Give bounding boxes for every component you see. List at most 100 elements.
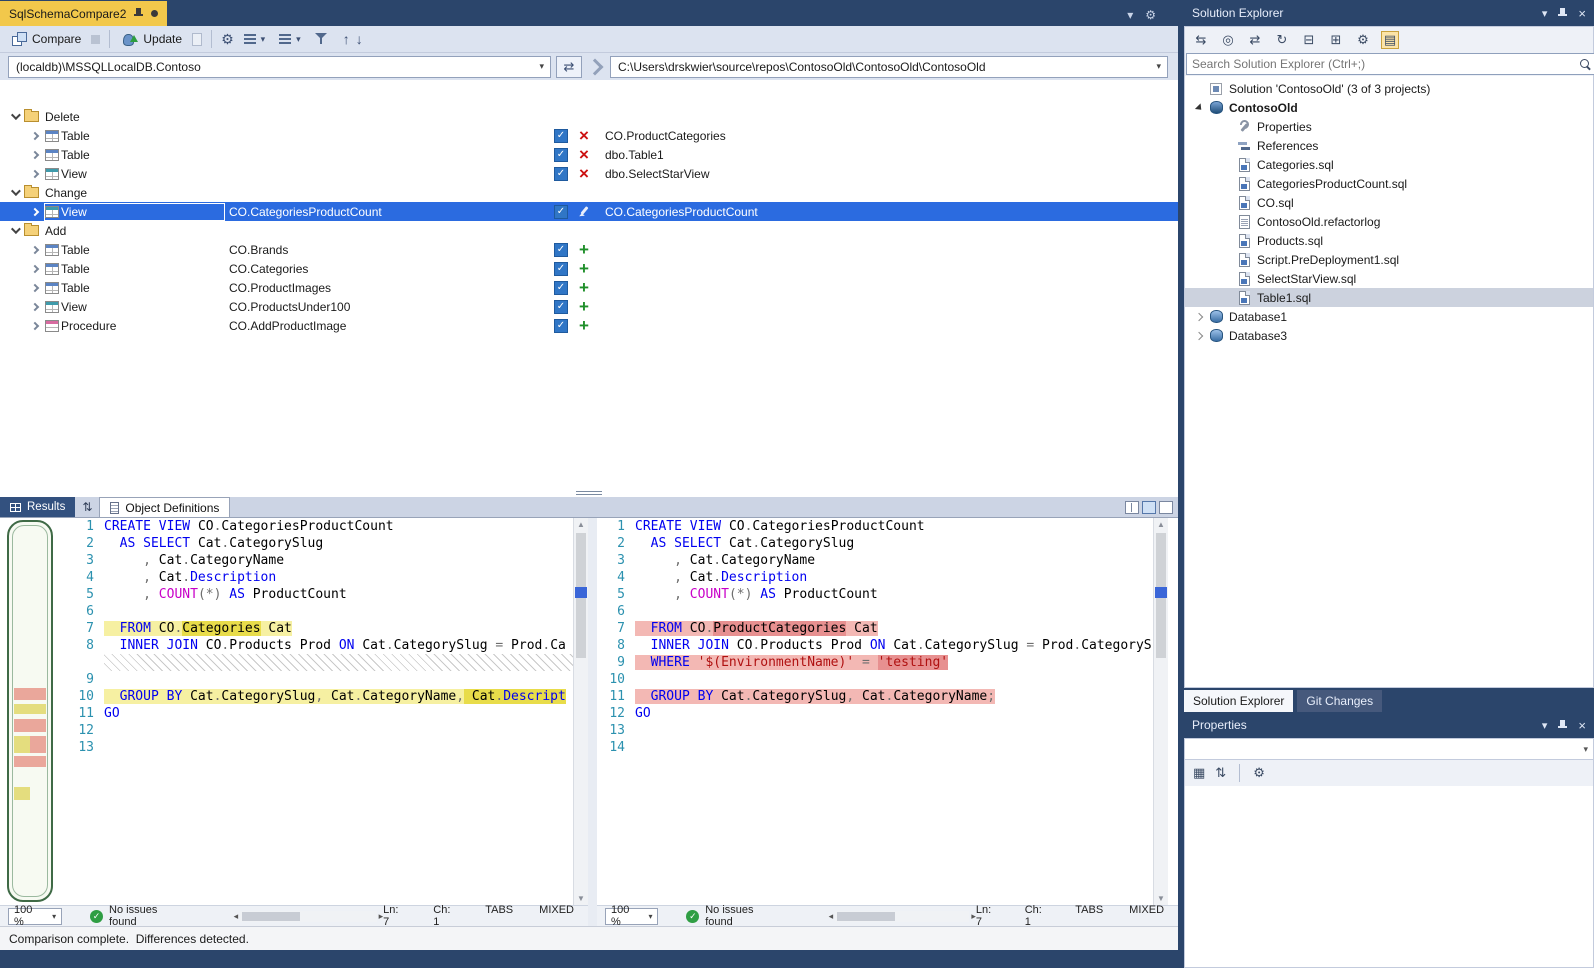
tab-sqlschemacompare2[interactable]: SqlSchemaCompare2	[0, 1, 167, 26]
tab-object-definitions[interactable]: Object Definitions	[99, 497, 230, 517]
tab-results[interactable]: Results	[0, 497, 75, 517]
next-difference-icon[interactable]: ↓	[356, 32, 363, 46]
sort-results-button[interactable]: ▾	[275, 32, 305, 47]
chevron-collapsed-icon[interactable]	[1191, 333, 1207, 339]
tree-item-solution-contosoold-3-of-3-projects-[interactable]: Solution 'ContosoOld' (3 of 3 projects)	[1185, 79, 1593, 98]
include-checkbox[interactable]: ✓	[554, 167, 568, 181]
target-zoom-combo[interactable]: 100 % ▾	[605, 908, 658, 925]
source-zoom-combo[interactable]: 100 % ▾	[8, 908, 62, 925]
table-row[interactable]: TableCO.Brands✓+	[0, 240, 1178, 259]
table-row[interactable]: TableCO.Categories✓+	[0, 259, 1178, 278]
property-pages-icon[interactable]: ⚙	[1253, 765, 1265, 781]
search-icon[interactable]	[1579, 58, 1592, 71]
window-position-icon[interactable]: ▾	[1542, 7, 1548, 20]
compare-grid[interactable]: DeleteTable✓×CO.ProductCategoriesTable✓×…	[0, 80, 1178, 489]
win-split-icon[interactable]	[1125, 501, 1139, 514]
panel-tab-git-changes[interactable]: Git Changes	[1297, 690, 1382, 712]
target-vertical-scrollbar[interactable]: ▲ ▼	[1153, 518, 1168, 905]
filter-button[interactable]	[311, 31, 331, 47]
pending-changes-filter-icon[interactable]: ◎	[1219, 32, 1237, 48]
include-checkbox[interactable]: ✓	[554, 243, 568, 257]
tree-item-categoriesproductcount-sql[interactable]: CategoriesProductCount.sql	[1185, 174, 1593, 193]
chevron-right-icon[interactable]	[31, 321, 39, 329]
tree-item-co-sql[interactable]: CO.sql	[1185, 193, 1593, 212]
panel-tab-solution-explorer[interactable]: Solution Explorer	[1184, 690, 1293, 712]
include-checkbox[interactable]: ✓	[554, 205, 568, 219]
tree-item-script-predeployment1-sql[interactable]: Script.PreDeployment1.sql	[1185, 250, 1593, 269]
tree-item-selectstarview-sql[interactable]: SelectStarView.sql	[1185, 269, 1593, 288]
tree-item-database3[interactable]: Database3	[1185, 326, 1593, 345]
properties-object-combo[interactable]: ▾	[1184, 738, 1594, 760]
tree-item-references[interactable]: References	[1185, 136, 1593, 155]
tree-item-contosoold[interactable]: ContosoOld	[1185, 98, 1593, 117]
properties-grid[interactable]	[1184, 786, 1594, 968]
switch-views-icon[interactable]: ⇄	[1246, 32, 1264, 48]
chevron-right-icon[interactable]	[31, 302, 39, 310]
group-row[interactable]: Change	[0, 183, 1178, 202]
tree-item-products-sql[interactable]: Products.sql	[1185, 231, 1593, 250]
chevron-right-icon[interactable]	[31, 169, 39, 177]
definition-sort-icon[interactable]: ⇅	[75, 497, 99, 517]
target-horizontal-scrollbar[interactable]: ◂ ▸	[829, 911, 976, 922]
scroll-down-icon[interactable]: ▼	[574, 894, 588, 903]
previous-difference-icon[interactable]: ↑	[343, 32, 350, 46]
close-icon[interactable]: ×	[1578, 6, 1586, 21]
sync-with-active-document-icon[interactable]: ⇆	[1192, 32, 1210, 48]
tree-item-categories-sql[interactable]: Categories.sql	[1185, 155, 1593, 174]
search-input[interactable]	[1186, 53, 1594, 75]
chevron-right-icon[interactable]	[31, 245, 39, 253]
chevron-expanded-icon[interactable]	[1191, 104, 1207, 112]
source-horizontal-scrollbar[interactable]: ◂ ▸	[234, 911, 383, 922]
tree-item-database1[interactable]: Database1	[1185, 307, 1593, 326]
chevron-right-icon[interactable]	[31, 131, 39, 139]
table-row[interactable]: Table✓×CO.ProductCategories	[0, 126, 1178, 145]
preview-selected-items-icon[interactable]: ▤	[1381, 31, 1399, 49]
vertical-splitter[interactable]	[588, 518, 597, 905]
group-results-button[interactable]: ▾	[240, 32, 270, 47]
win-dock-icon[interactable]	[1142, 501, 1156, 514]
tree-item-table1-sql[interactable]: Table1.sql	[1185, 288, 1593, 307]
swap-source-target-button[interactable]: ⇄	[556, 56, 582, 78]
source-database-combo[interactable]: (localdb)\MSSQLLocalDB.Contoso ▾	[8, 56, 551, 78]
update-button[interactable]: Update	[119, 30, 186, 48]
group-row[interactable]: Add	[0, 221, 1178, 240]
diff-overview-capsule[interactable]	[7, 520, 53, 902]
source-vertical-scrollbar[interactable]: ▲ ▼	[573, 518, 588, 905]
chevron-right-icon[interactable]	[31, 264, 39, 272]
table-row[interactable]: ProcedureCO.AddProductImage✓+	[0, 316, 1178, 335]
window-position-icon[interactable]: ▾	[1542, 719, 1548, 732]
include-checkbox[interactable]: ✓	[554, 281, 568, 295]
pin-icon[interactable]	[1557, 719, 1568, 732]
show-all-files-icon[interactable]: ⊞	[1327, 32, 1345, 48]
include-checkbox[interactable]: ✓	[554, 300, 568, 314]
include-checkbox[interactable]: ✓	[554, 262, 568, 276]
target-project-combo[interactable]: C:\Users\drskwier\source\repos\ContosoOl…	[610, 56, 1168, 78]
scroll-down-icon[interactable]: ▼	[1154, 894, 1168, 903]
categorized-icon[interactable]: ▦	[1193, 765, 1205, 781]
source-definition-editor[interactable]: 1CREATE VIEW CO.CategoriesProductCount2 …	[0, 518, 588, 905]
scroll-left-icon[interactable]: ◂	[829, 911, 834, 922]
scroll-up-icon[interactable]: ▲	[574, 520, 588, 529]
chevron-down-icon[interactable]	[11, 110, 21, 120]
tabstrip-gear-icon[interactable]: ⚙	[1145, 8, 1156, 22]
win-expand-icon[interactable]	[1159, 501, 1173, 514]
properties-wrench-icon[interactable]: ⚙	[1354, 32, 1372, 48]
table-row[interactable]: Table✓×dbo.Table1	[0, 145, 1178, 164]
pin-icon[interactable]	[133, 7, 144, 20]
target-definition-editor[interactable]: 1CREATE VIEW CO.CategoriesProductCount2 …	[597, 518, 1168, 905]
table-row[interactable]: View✓×dbo.SelectStarView	[0, 164, 1178, 183]
chevron-right-icon[interactable]	[31, 150, 39, 158]
collapse-all-icon[interactable]: ⊟	[1300, 32, 1318, 48]
solution-tree[interactable]: Solution 'ContosoOld' (3 of 3 projects)C…	[1184, 76, 1594, 688]
chevron-down-icon[interactable]	[11, 186, 21, 196]
tree-item-properties[interactable]: Properties	[1185, 117, 1593, 136]
horizontal-splitter[interactable]	[0, 489, 1178, 497]
chevron-right-icon[interactable]	[31, 207, 39, 215]
include-checkbox[interactable]: ✓	[554, 319, 568, 333]
pin-icon[interactable]	[1557, 7, 1568, 20]
chevron-right-icon[interactable]	[31, 283, 39, 291]
table-row[interactable]: ViewCO.CategoriesProductCount✓CO.Categor…	[0, 202, 1178, 221]
chevron-collapsed-icon[interactable]	[1191, 314, 1207, 320]
include-checkbox[interactable]: ✓	[554, 129, 568, 143]
document-list-dropdown-icon[interactable]: ▾	[1127, 8, 1133, 22]
